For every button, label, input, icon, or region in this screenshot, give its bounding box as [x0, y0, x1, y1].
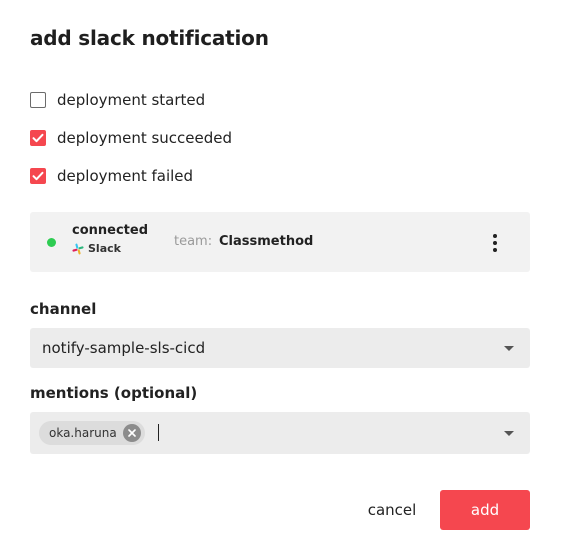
team-key: team:	[174, 234, 213, 249]
dialog-title: add slack notification	[30, 26, 269, 50]
chevron-down-icon[interactable]	[504, 346, 514, 351]
close-icon[interactable]	[122, 424, 141, 442]
connection-status: connected	[72, 223, 149, 238]
checkmark-icon	[32, 133, 44, 143]
mentions-label: mentions (optional)	[30, 384, 198, 402]
slack-integration-card: connected Slack team: Classmethod	[30, 212, 530, 272]
checkbox-checked[interactable]	[30, 130, 46, 146]
team-value: Classmethod	[219, 234, 314, 249]
channel-select[interactable]: notify-sample-sls-cicd	[30, 328, 530, 368]
kebab-menu-icon[interactable]	[490, 232, 500, 254]
event-label: deployment started	[57, 91, 206, 109]
channel-value: notify-sample-sls-cicd	[42, 339, 206, 357]
checkbox-unchecked[interactable]	[30, 92, 46, 108]
checkbox-checked[interactable]	[30, 168, 46, 184]
service: Slack	[72, 242, 121, 255]
channel-label: channel	[30, 300, 97, 318]
mentions-select[interactable]: oka.haruna	[30, 412, 530, 454]
cancel-button[interactable]: cancel	[358, 490, 426, 530]
chevron-down-icon[interactable]	[504, 431, 514, 436]
service-name: Slack	[88, 242, 121, 255]
checkmark-icon	[32, 171, 44, 181]
event-label: deployment failed	[57, 167, 194, 185]
add-button[interactable]: add	[440, 490, 530, 530]
slack-icon	[72, 243, 84, 254]
event-deployment-started[interactable]: deployment started	[30, 89, 205, 111]
add-slack-notification-dialog: add slack notification deployment starte…	[0, 0, 561, 560]
mention-chip: oka.haruna	[39, 421, 145, 445]
event-deployment-failed[interactable]: deployment failed	[30, 165, 193, 187]
event-deployment-succeeded[interactable]: deployment succeeded	[30, 127, 232, 149]
mention-chip-label: oka.haruna	[49, 426, 117, 440]
text-cursor[interactable]	[158, 424, 159, 441]
connection-status-dot	[47, 238, 56, 247]
event-label: deployment succeeded	[57, 129, 233, 147]
